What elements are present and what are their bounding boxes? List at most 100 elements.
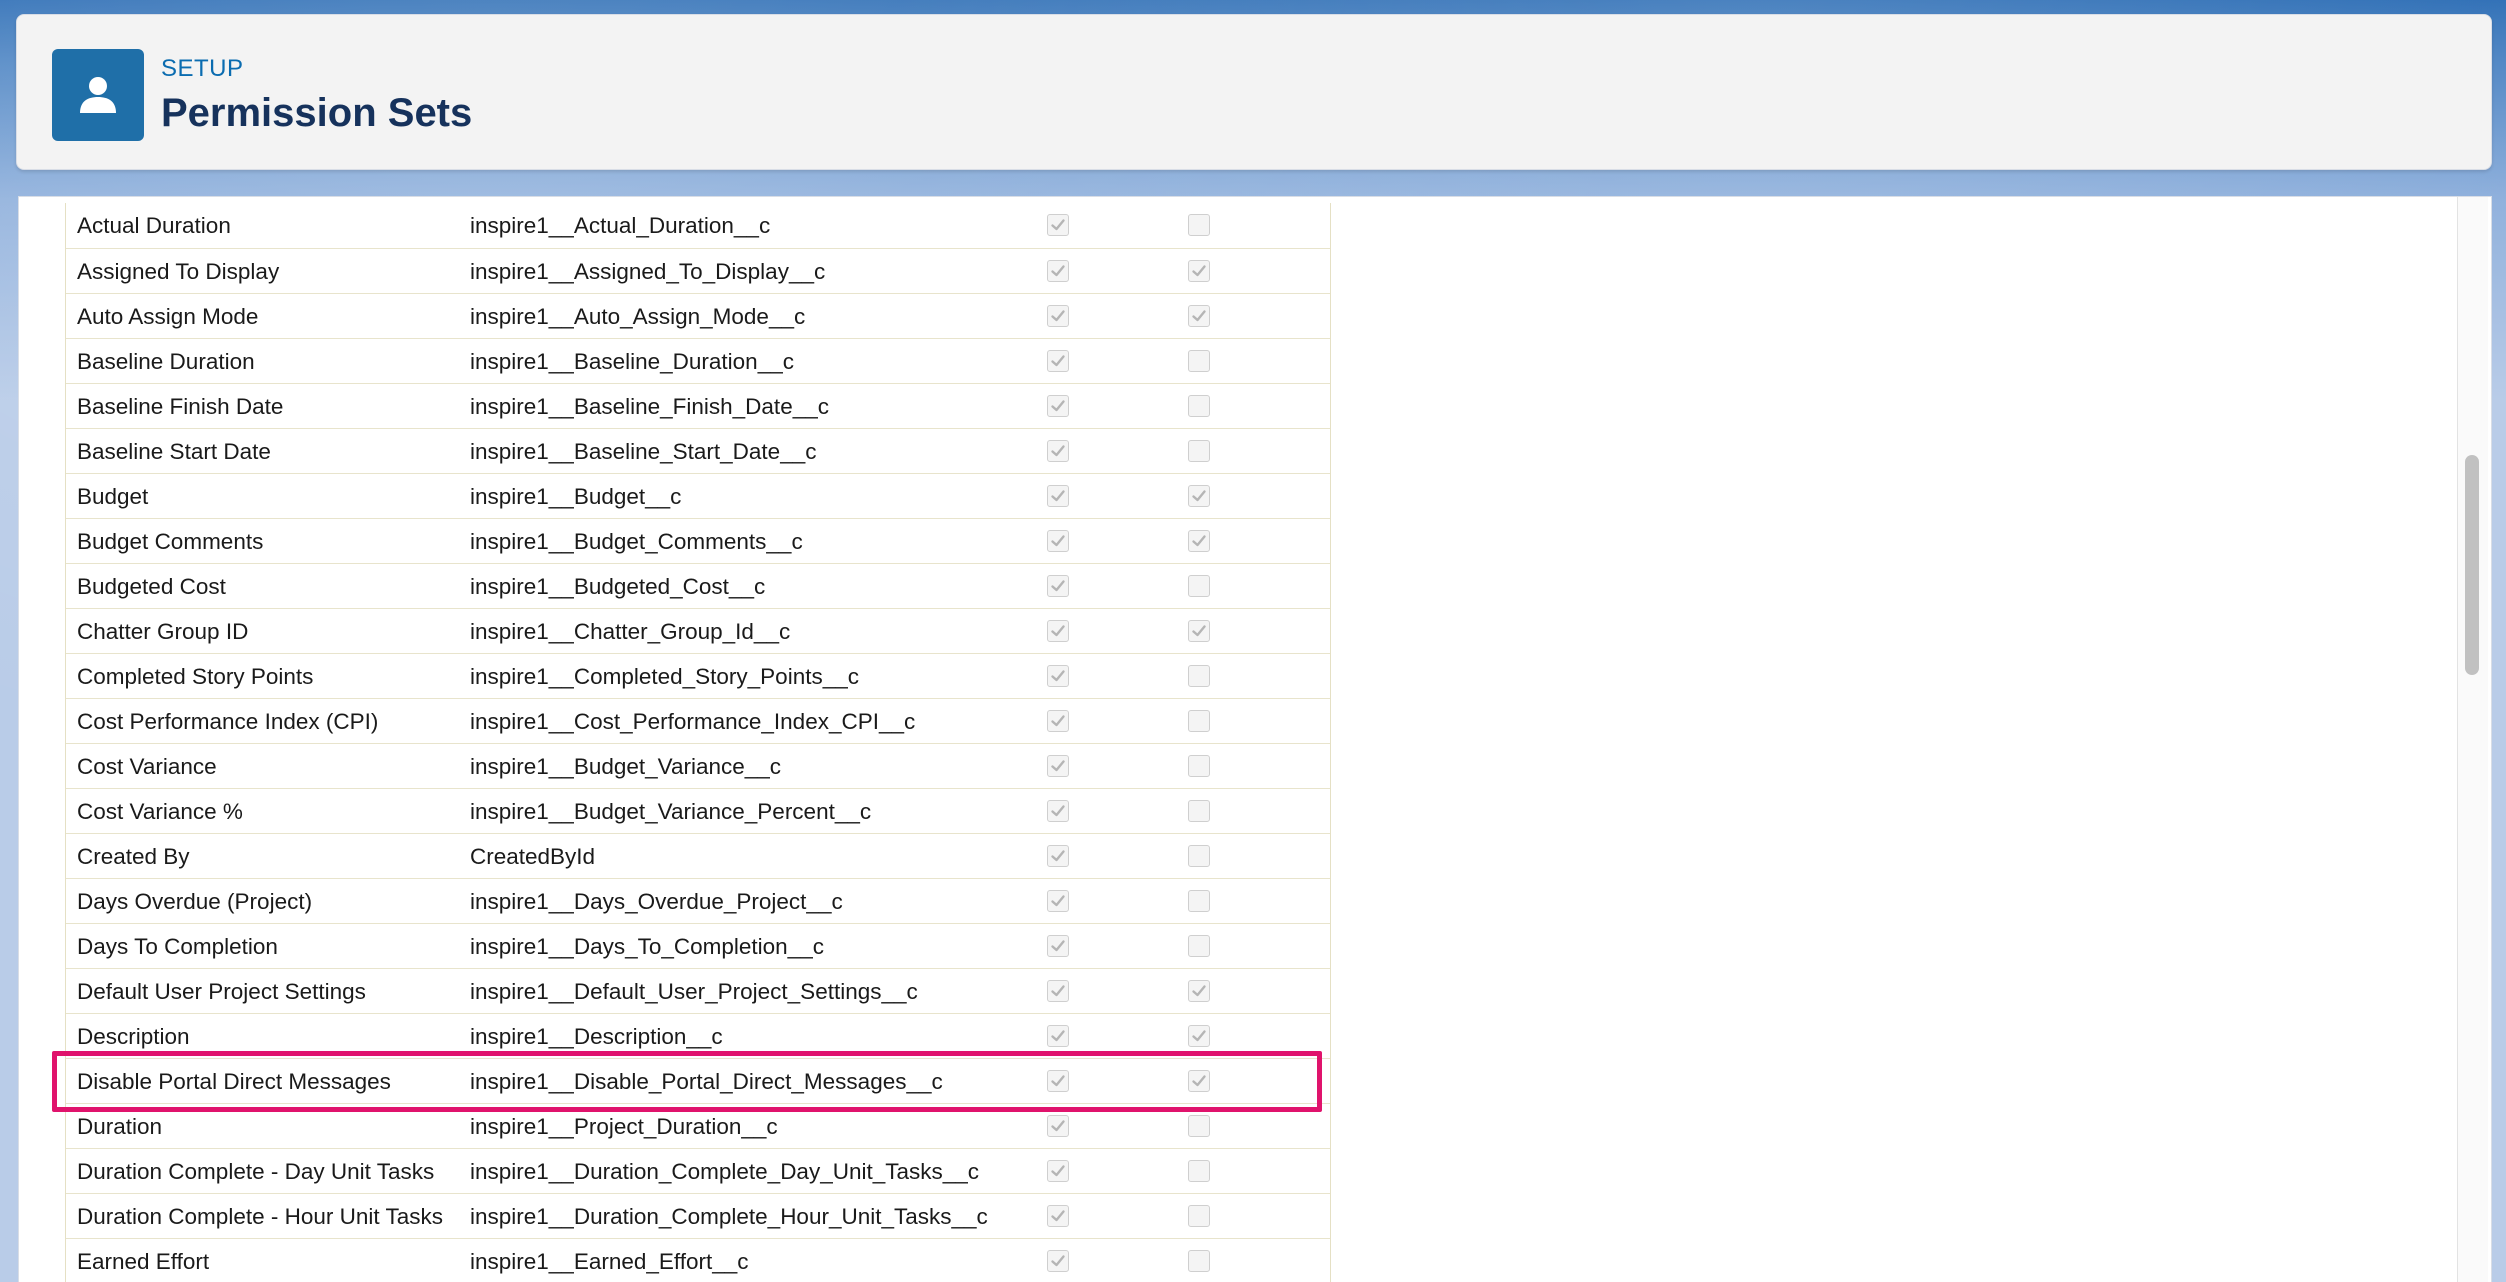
read-access-checkbox[interactable] xyxy=(1047,935,1069,957)
read-access-checkbox[interactable] xyxy=(1047,305,1069,327)
edit-access-checkbox[interactable] xyxy=(1188,530,1210,552)
table-row: Cost Variance % inspire1__Budget_Variance… xyxy=(66,788,1330,833)
field-label: Budget xyxy=(77,484,149,509)
field-api-name: inspire1__Baseline_Finish_Date__c xyxy=(470,394,829,419)
read-access-checkbox[interactable] xyxy=(1047,485,1069,507)
table-row: Completed Story Points inspire1__Complete… xyxy=(66,653,1330,698)
table-row: Days To Completion inspire1__Days_To_Comp… xyxy=(66,923,1330,968)
field-label: Duration Complete - Day Unit Tasks xyxy=(77,1159,435,1184)
field-api-name: inspire1__Earned_Effort__c xyxy=(470,1249,749,1274)
table-row: Cost Variance inspire1__Budget_Variance__… xyxy=(66,743,1330,788)
edit-access-checkbox[interactable] xyxy=(1188,710,1210,732)
field-api-name: inspire1__Description__c xyxy=(470,1024,723,1049)
scrollbar-thumb[interactable] xyxy=(2465,455,2479,675)
field-api-name: inspire1__Budget_Variance__c xyxy=(470,754,782,779)
field-api-name: inspire1__Default_User_Project_Settings_… xyxy=(470,979,918,1004)
edit-access-checkbox[interactable] xyxy=(1188,1115,1210,1137)
read-access-checkbox[interactable] xyxy=(1047,665,1069,687)
read-access-checkbox[interactable] xyxy=(1047,1115,1069,1137)
field-api-name: inspire1__Budget_Comments__c xyxy=(470,529,803,554)
read-access-checkbox[interactable] xyxy=(1047,350,1069,372)
edit-access-checkbox[interactable] xyxy=(1188,260,1210,282)
field-api-name: inspire1__Duration_Complete_Hour_Unit_Ta… xyxy=(470,1204,988,1229)
read-access-checkbox[interactable] xyxy=(1047,1025,1069,1047)
read-access-checkbox[interactable] xyxy=(1047,575,1069,597)
field-api-name: inspire1__Baseline_Start_Date__c xyxy=(470,439,817,464)
edit-access-checkbox[interactable] xyxy=(1188,575,1210,597)
edit-access-checkbox[interactable] xyxy=(1188,395,1210,417)
read-access-checkbox[interactable] xyxy=(1047,530,1069,552)
edit-access-checkbox[interactable] xyxy=(1188,1160,1210,1182)
field-api-name: inspire1__Actual_Duration__c xyxy=(470,213,771,238)
edit-access-checkbox[interactable] xyxy=(1188,845,1210,867)
page-header: SETUP Permission Sets xyxy=(16,14,2492,170)
field-api-name: inspire1__Assigned_To_Display__c xyxy=(470,259,826,284)
edit-access-checkbox[interactable] xyxy=(1188,1205,1210,1227)
read-access-checkbox[interactable] xyxy=(1047,260,1069,282)
table-row: Cost Performance Index (CPI) inspire1__Co… xyxy=(66,698,1330,743)
highlight-box xyxy=(52,1051,1322,1112)
table-row: Created By CreatedById xyxy=(66,833,1330,878)
table-row: Duration Complete - Day Unit Tasks inspir… xyxy=(66,1148,1330,1193)
field-label: Duration xyxy=(77,1114,163,1139)
read-access-checkbox[interactable] xyxy=(1047,1160,1069,1182)
edit-access-checkbox[interactable] xyxy=(1188,755,1210,777)
edit-access-checkbox[interactable] xyxy=(1188,485,1210,507)
field-label: Baseline Finish Date xyxy=(77,394,284,419)
field-label: Actual Duration xyxy=(77,213,231,238)
read-access-checkbox[interactable] xyxy=(1047,620,1069,642)
edit-access-checkbox[interactable] xyxy=(1188,890,1210,912)
table-row: Budgeted Cost inspire1__Budgeted_Cost__c xyxy=(66,563,1330,608)
field-label: Days Overdue (Project) xyxy=(77,889,313,914)
field-api-name: inspire1__Chatter_Group_Id__c xyxy=(470,619,791,644)
edit-access-checkbox[interactable] xyxy=(1188,800,1210,822)
read-access-checkbox[interactable] xyxy=(1047,395,1069,417)
field-api-name: inspire1__Budget__c xyxy=(470,484,682,509)
table-row: Earned Effort inspire1__Earned_Effort__c xyxy=(66,1238,1330,1282)
edit-access-checkbox[interactable] xyxy=(1188,935,1210,957)
field-api-name: inspire1__Cost_Performance_Index_CPI__c xyxy=(470,709,916,734)
table-row: Baseline Start Date inspire1__Baseline_St… xyxy=(66,428,1330,473)
field-api-name: inspire1__Budgeted_Cost__c xyxy=(470,574,766,599)
field-label: Cost Variance % xyxy=(77,799,243,824)
field-permissions-panel: Actual Duration inspire1__Actual_Duration… xyxy=(18,196,2492,1282)
read-access-checkbox[interactable] xyxy=(1047,755,1069,777)
field-api-name: inspire1__Baseline_Duration__c xyxy=(470,349,794,374)
table-row: Baseline Finish Date inspire1__Baseline_F… xyxy=(66,383,1330,428)
edit-access-checkbox[interactable] xyxy=(1188,350,1210,372)
read-access-checkbox[interactable] xyxy=(1047,1205,1069,1227)
field-label: Earned Effort xyxy=(77,1249,210,1274)
edit-access-checkbox[interactable] xyxy=(1188,305,1210,327)
field-label: Created By xyxy=(77,844,190,869)
read-access-checkbox[interactable] xyxy=(1047,710,1069,732)
edit-access-checkbox[interactable] xyxy=(1188,1025,1210,1047)
read-access-checkbox[interactable] xyxy=(1047,980,1069,1002)
edit-access-checkbox[interactable] xyxy=(1188,620,1210,642)
field-label: Days To Completion xyxy=(77,934,278,959)
edit-access-checkbox[interactable] xyxy=(1188,1250,1210,1272)
edit-access-checkbox[interactable] xyxy=(1188,440,1210,462)
field-label: Budget Comments xyxy=(77,529,264,554)
read-access-checkbox[interactable] xyxy=(1047,214,1069,236)
edit-access-checkbox[interactable] xyxy=(1188,980,1210,1002)
edit-access-checkbox[interactable] xyxy=(1188,665,1210,687)
field-api-name: inspire1__Budget_Variance_Percent__c xyxy=(470,799,872,824)
table-row: Assigned To Display inspire1__Assigned_To… xyxy=(66,248,1330,293)
read-access-checkbox[interactable] xyxy=(1047,800,1069,822)
table-row: Duration Complete - Hour Unit Tasks inspi… xyxy=(66,1193,1330,1238)
field-api-name: inspire1__Days_To_Completion__c xyxy=(470,934,824,959)
field-api-name: inspire1__Completed_Story_Points__c xyxy=(470,664,859,689)
read-access-checkbox[interactable] xyxy=(1047,440,1069,462)
read-access-checkbox[interactable] xyxy=(1047,845,1069,867)
read-access-checkbox[interactable] xyxy=(1047,1250,1069,1272)
field-api-name: inspire1__Duration_Complete_Day_Unit_Tas… xyxy=(470,1159,980,1184)
edit-access-checkbox[interactable] xyxy=(1188,214,1210,236)
field-permissions-table: Actual Duration inspire1__Actual_Duration… xyxy=(65,203,1331,1282)
table-row: Auto Assign Mode inspire1__Auto_Assign_Mo… xyxy=(66,293,1330,338)
scrollbar-track[interactable] xyxy=(2457,197,2488,1282)
field-api-name: inspire1__Auto_Assign_Mode__c xyxy=(470,304,806,329)
field-api-name: CreatedById xyxy=(470,844,596,869)
read-access-checkbox[interactable] xyxy=(1047,890,1069,912)
setup-eyebrow: SETUP xyxy=(161,55,244,82)
field-label: Default User Project Settings xyxy=(77,979,366,1004)
